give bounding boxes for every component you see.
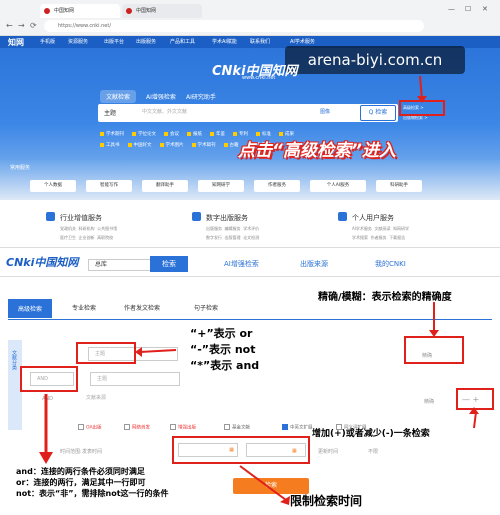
- arrow-logic-down: [39, 394, 53, 464]
- arrow-time-limit: [239, 465, 290, 505]
- arrow-to-advanced-link: [417, 75, 427, 103]
- arrow-operators-to-field: [135, 347, 177, 357]
- annotation-arrows: [39, 75, 479, 505]
- arrow-to-precision: [429, 302, 439, 337]
- arrow-to-add-remove: [469, 407, 479, 429]
